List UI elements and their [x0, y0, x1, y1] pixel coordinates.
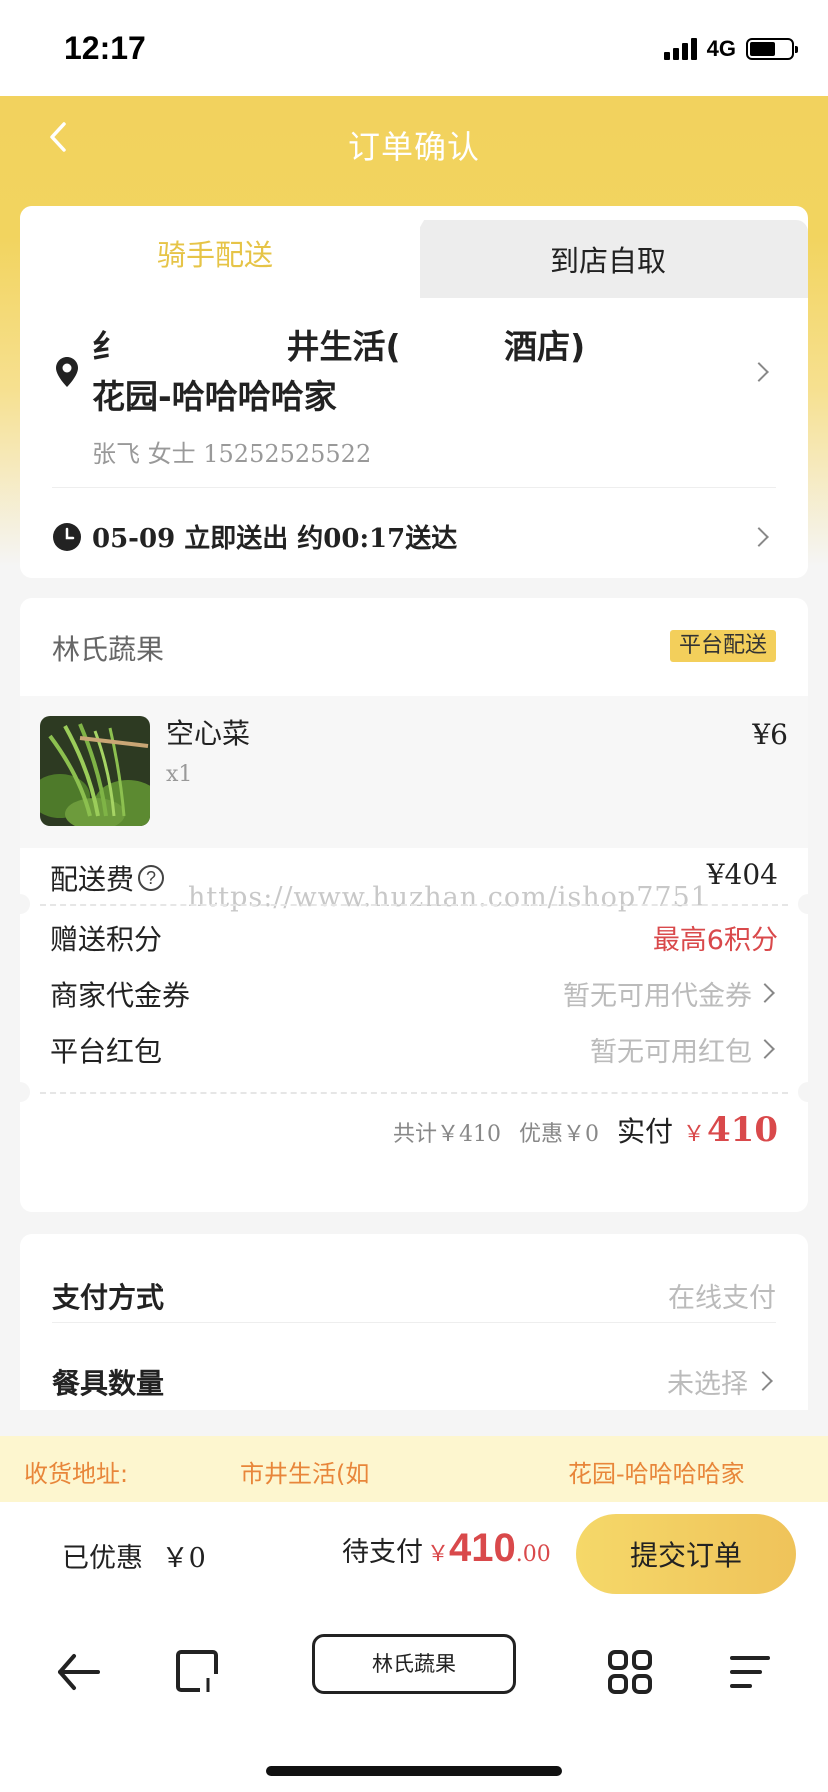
help-icon[interactable]: ?: [138, 865, 165, 891]
network-type: 4G: [706, 36, 736, 61]
address-contact: 张飞 女士 15252525522: [92, 440, 372, 468]
item-name: 空心菜: [166, 717, 251, 750]
status-indicators: 4G: [663, 36, 798, 62]
tab-store-pickup[interactable]: 到店自取: [408, 238, 808, 280]
delivery-fee-label: 配送费 ?: [50, 858, 165, 898]
delivery-card: 骑手配送 到店自取 纟 井生活( 酒店) 花园-哈哈哈哈家 张飞 女士 1525…: [20, 206, 808, 578]
address-line-1: 纟 井生活( 酒店): [92, 320, 585, 368]
points-label: 赠送积分: [50, 923, 163, 956]
shop-name: 林氏蔬果: [52, 633, 165, 666]
product-image: [40, 716, 150, 826]
banner-address-part-2: 花园-哈哈哈哈家: [568, 1460, 745, 1488]
order-card: 林氏蔬果 平台配送 空心菜 x1 ¥6 配送费 ? ¥404 https://w…: [10, 598, 818, 1212]
tab-rider-delivery[interactable]: 骑手配送: [20, 232, 410, 274]
due-integer: 410: [449, 1526, 516, 1570]
battery-icon: [746, 38, 798, 60]
checkout-bar: 已优惠 ￥0 待支付 ￥ 410 .00 提交订单: [0, 1502, 828, 1610]
address-fragment-3: 酒店): [504, 327, 586, 366]
redpacket-row[interactable]: 平台红包 暂无可用红包: [20, 1024, 808, 1074]
redpacket-label: 平台红包: [50, 1035, 163, 1068]
address-banner: 收货地址: 市井生活(如 花园-哈哈哈哈家: [0, 1436, 828, 1502]
divider: [52, 1322, 776, 1323]
points-row: 赠送积分 最高6积分: [20, 912, 808, 962]
clock-icon: [53, 523, 81, 551]
chevron-right-icon: [755, 1039, 775, 1059]
amount-due: 待支付 ￥ 410 .00: [342, 1526, 551, 1571]
delivery-tabs: 骑手配送 到店自取: [20, 206, 808, 298]
watermark-text: https://www.huzhan.com/ishop7751: [188, 882, 709, 913]
banner-address-part-1: 市井生活(如: [240, 1460, 370, 1488]
tabs-icon[interactable]: [170, 1644, 226, 1700]
chevron-right-icon: [749, 527, 769, 547]
page-title-pill[interactable]: 林氏蔬果: [312, 1634, 516, 1694]
payment-card: 支付方式 在线支付 餐具数量 未选择: [20, 1234, 808, 1410]
dashed-divider: [40, 1092, 788, 1094]
utensils-label: 餐具数量: [52, 1367, 165, 1400]
chevron-right-icon: [749, 362, 769, 382]
banner-label: 收货地址:: [24, 1460, 129, 1488]
voucher-value: 暂无可用代金券: [563, 981, 752, 1012]
order-totals: 共计￥410 优惠￥0 实付 ￥ 410: [393, 1110, 778, 1150]
due-decimal: .00: [515, 1542, 551, 1567]
browser-toolbar: 林氏蔬果: [0, 1610, 828, 1792]
payment-method-value: 在线支付: [668, 1283, 776, 1314]
divider: [52, 487, 776, 488]
item-price: ¥6: [752, 718, 788, 751]
order-item: 空心菜 x1 ¥6: [20, 696, 808, 848]
discount-value: ￥0: [161, 1543, 206, 1574]
utensils-value: 未选择: [667, 1369, 748, 1400]
address-fragment-1: 纟: [92, 327, 125, 366]
delivery-time-text: 05-09 立即送出 约00:17送达: [92, 524, 458, 554]
due-label: 待支付: [342, 1537, 423, 1568]
payment-method-label: 支付方式: [52, 1281, 165, 1314]
platform-delivery-badge: 平台配送: [669, 630, 776, 662]
chevron-right-icon: [753, 1371, 773, 1391]
chevron-right-icon: [755, 983, 775, 1003]
points-value: 最高6积分: [652, 925, 778, 956]
dashed-divider: [40, 904, 788, 906]
delivery-fee-text: 配送费: [50, 863, 135, 896]
redpacket-value: 暂无可用红包: [590, 1037, 752, 1068]
voucher-label: 商家代金券: [50, 979, 191, 1012]
paid-currency: ￥: [683, 1122, 706, 1147]
paid-amount: 410: [707, 1110, 778, 1150]
home-indicator[interactable]: [266, 1766, 562, 1776]
address-fragment-2: 井生活(: [286, 327, 401, 366]
address-selector[interactable]: 纟 井生活( 酒店) 花园-哈哈哈哈家 张飞 女士 15252525522: [20, 298, 808, 494]
total-amount: 共计￥410: [392, 1122, 501, 1147]
due-currency: ￥: [427, 1542, 450, 1567]
delivery-time-selector[interactable]: 05-09 立即送出 约00:17送达: [20, 496, 808, 578]
grid-apps-icon[interactable]: [602, 1644, 658, 1700]
discount-label: 已优惠: [62, 1543, 143, 1574]
location-pin-icon: [56, 357, 78, 387]
page-title: 订单确认: [347, 128, 480, 166]
submit-order-button[interactable]: 提交订单: [576, 1514, 796, 1594]
voucher-row[interactable]: 商家代金券 暂无可用代金券: [20, 968, 808, 1018]
status-time: 12:17: [64, 30, 146, 66]
total-discount: 已优惠 ￥0: [62, 1536, 206, 1575]
item-quantity: x1: [166, 762, 193, 787]
status-bar: 12:17 4G: [0, 0, 828, 96]
delivery-fee-value: ¥404: [706, 858, 778, 891]
discount-amount: 优惠￥0: [518, 1122, 599, 1147]
signal-icon: [663, 38, 697, 60]
back-arrow-icon[interactable]: [50, 1644, 106, 1700]
paid-label: 实付: [616, 1115, 673, 1148]
menu-icon[interactable]: [722, 1644, 778, 1700]
address-line-2: 花园-哈哈哈哈家: [92, 377, 337, 416]
utensils-selector[interactable]: 餐具数量 未选择: [20, 1334, 808, 1404]
